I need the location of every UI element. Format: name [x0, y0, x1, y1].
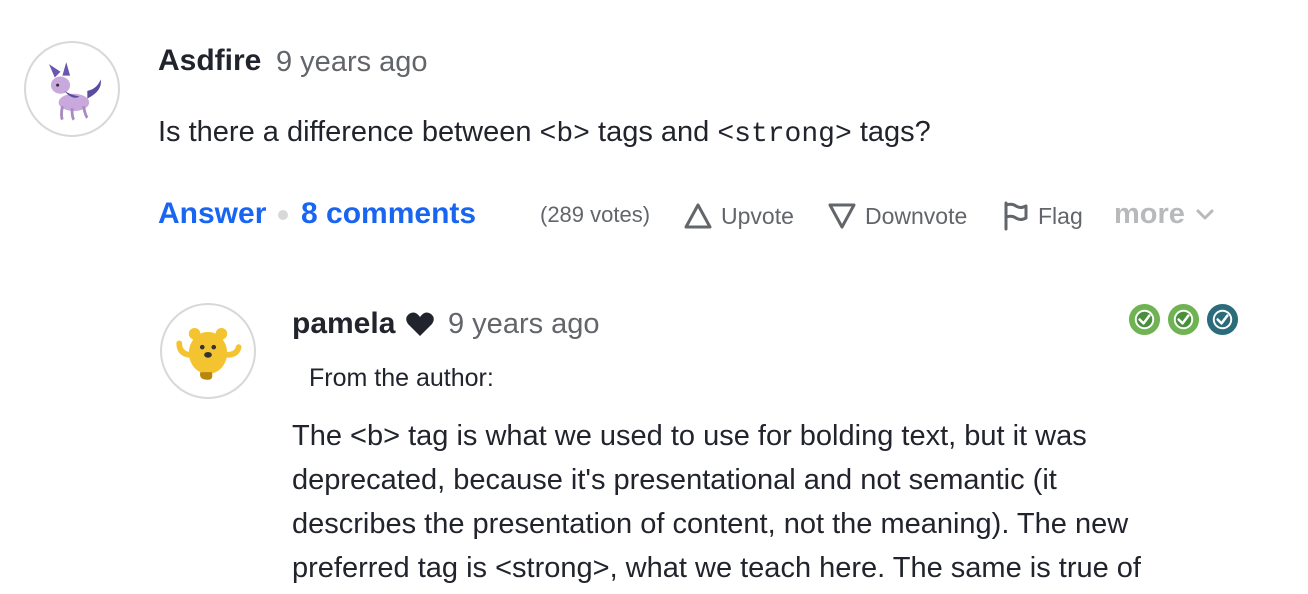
answer-author-avatar[interactable] — [160, 303, 256, 399]
separator-dot — [278, 210, 288, 220]
question-text: Is there a difference between <b> tags a… — [158, 116, 931, 150]
question-text-middle: tags and — [589, 116, 718, 148]
flag-icon — [1004, 201, 1028, 231]
answer-line: The <b> tag is what we used to use for b… — [292, 420, 1087, 452]
flag-button[interactable]: Flag — [1002, 200, 1083, 232]
answer-author-label: pamela — [292, 307, 396, 340]
green-check-badge-icon[interactable] — [1167, 303, 1200, 336]
downvote-button[interactable]: Downvote — [827, 200, 967, 232]
badge-list — [1128, 303, 1239, 336]
question-author-avatar[interactable] — [24, 41, 120, 137]
green-check-badge-icon[interactable] — [1128, 303, 1161, 336]
yellow-creature-avatar-icon — [176, 328, 242, 380]
teal-check-badge-icon[interactable] — [1206, 303, 1239, 336]
answer-line: deprecated, because it's presentational … — [292, 464, 1057, 496]
flag-label: Flag — [1038, 202, 1083, 229]
answer-timestamp: 9 years ago — [448, 308, 600, 340]
comments-link[interactable]: 8 comments — [301, 197, 476, 231]
answer-body: The <b> tag is what we used to use for b… — [292, 414, 1232, 590]
answer-line: preferred tag is <strong>, what we teach… — [292, 552, 1141, 584]
purple-wolf-avatar-icon — [49, 62, 101, 121]
question-author-name[interactable]: Asdfire — [158, 44, 261, 78]
upvote-label: Upvote — [721, 202, 794, 229]
more-menu-button[interactable]: more — [1114, 198, 1215, 231]
question-timestamp: 9 years ago — [276, 46, 428, 78]
answer-line: describes the presentation of content, n… — [292, 508, 1129, 540]
more-label: more — [1114, 198, 1185, 230]
code-strong-tag: <strong> — [717, 119, 852, 150]
question-text-after: tags? — [851, 116, 931, 148]
triangle-down-icon — [828, 203, 856, 229]
question-text-before: Is there a difference between — [158, 116, 540, 148]
downvote-label: Downvote — [865, 202, 968, 229]
answer-link[interactable]: Answer — [158, 197, 266, 231]
chevron-down-icon — [1196, 209, 1214, 219]
upvote-button[interactable]: Upvote — [683, 200, 794, 232]
from-author-label: From the author: — [309, 364, 494, 392]
code-b-tag: <b> — [539, 119, 590, 150]
answer-author-name[interactable]: pamela — [292, 307, 435, 341]
triangle-up-icon — [684, 203, 712, 229]
vote-count: (289 votes) — [540, 202, 651, 227]
heart-icon — [406, 312, 435, 336]
